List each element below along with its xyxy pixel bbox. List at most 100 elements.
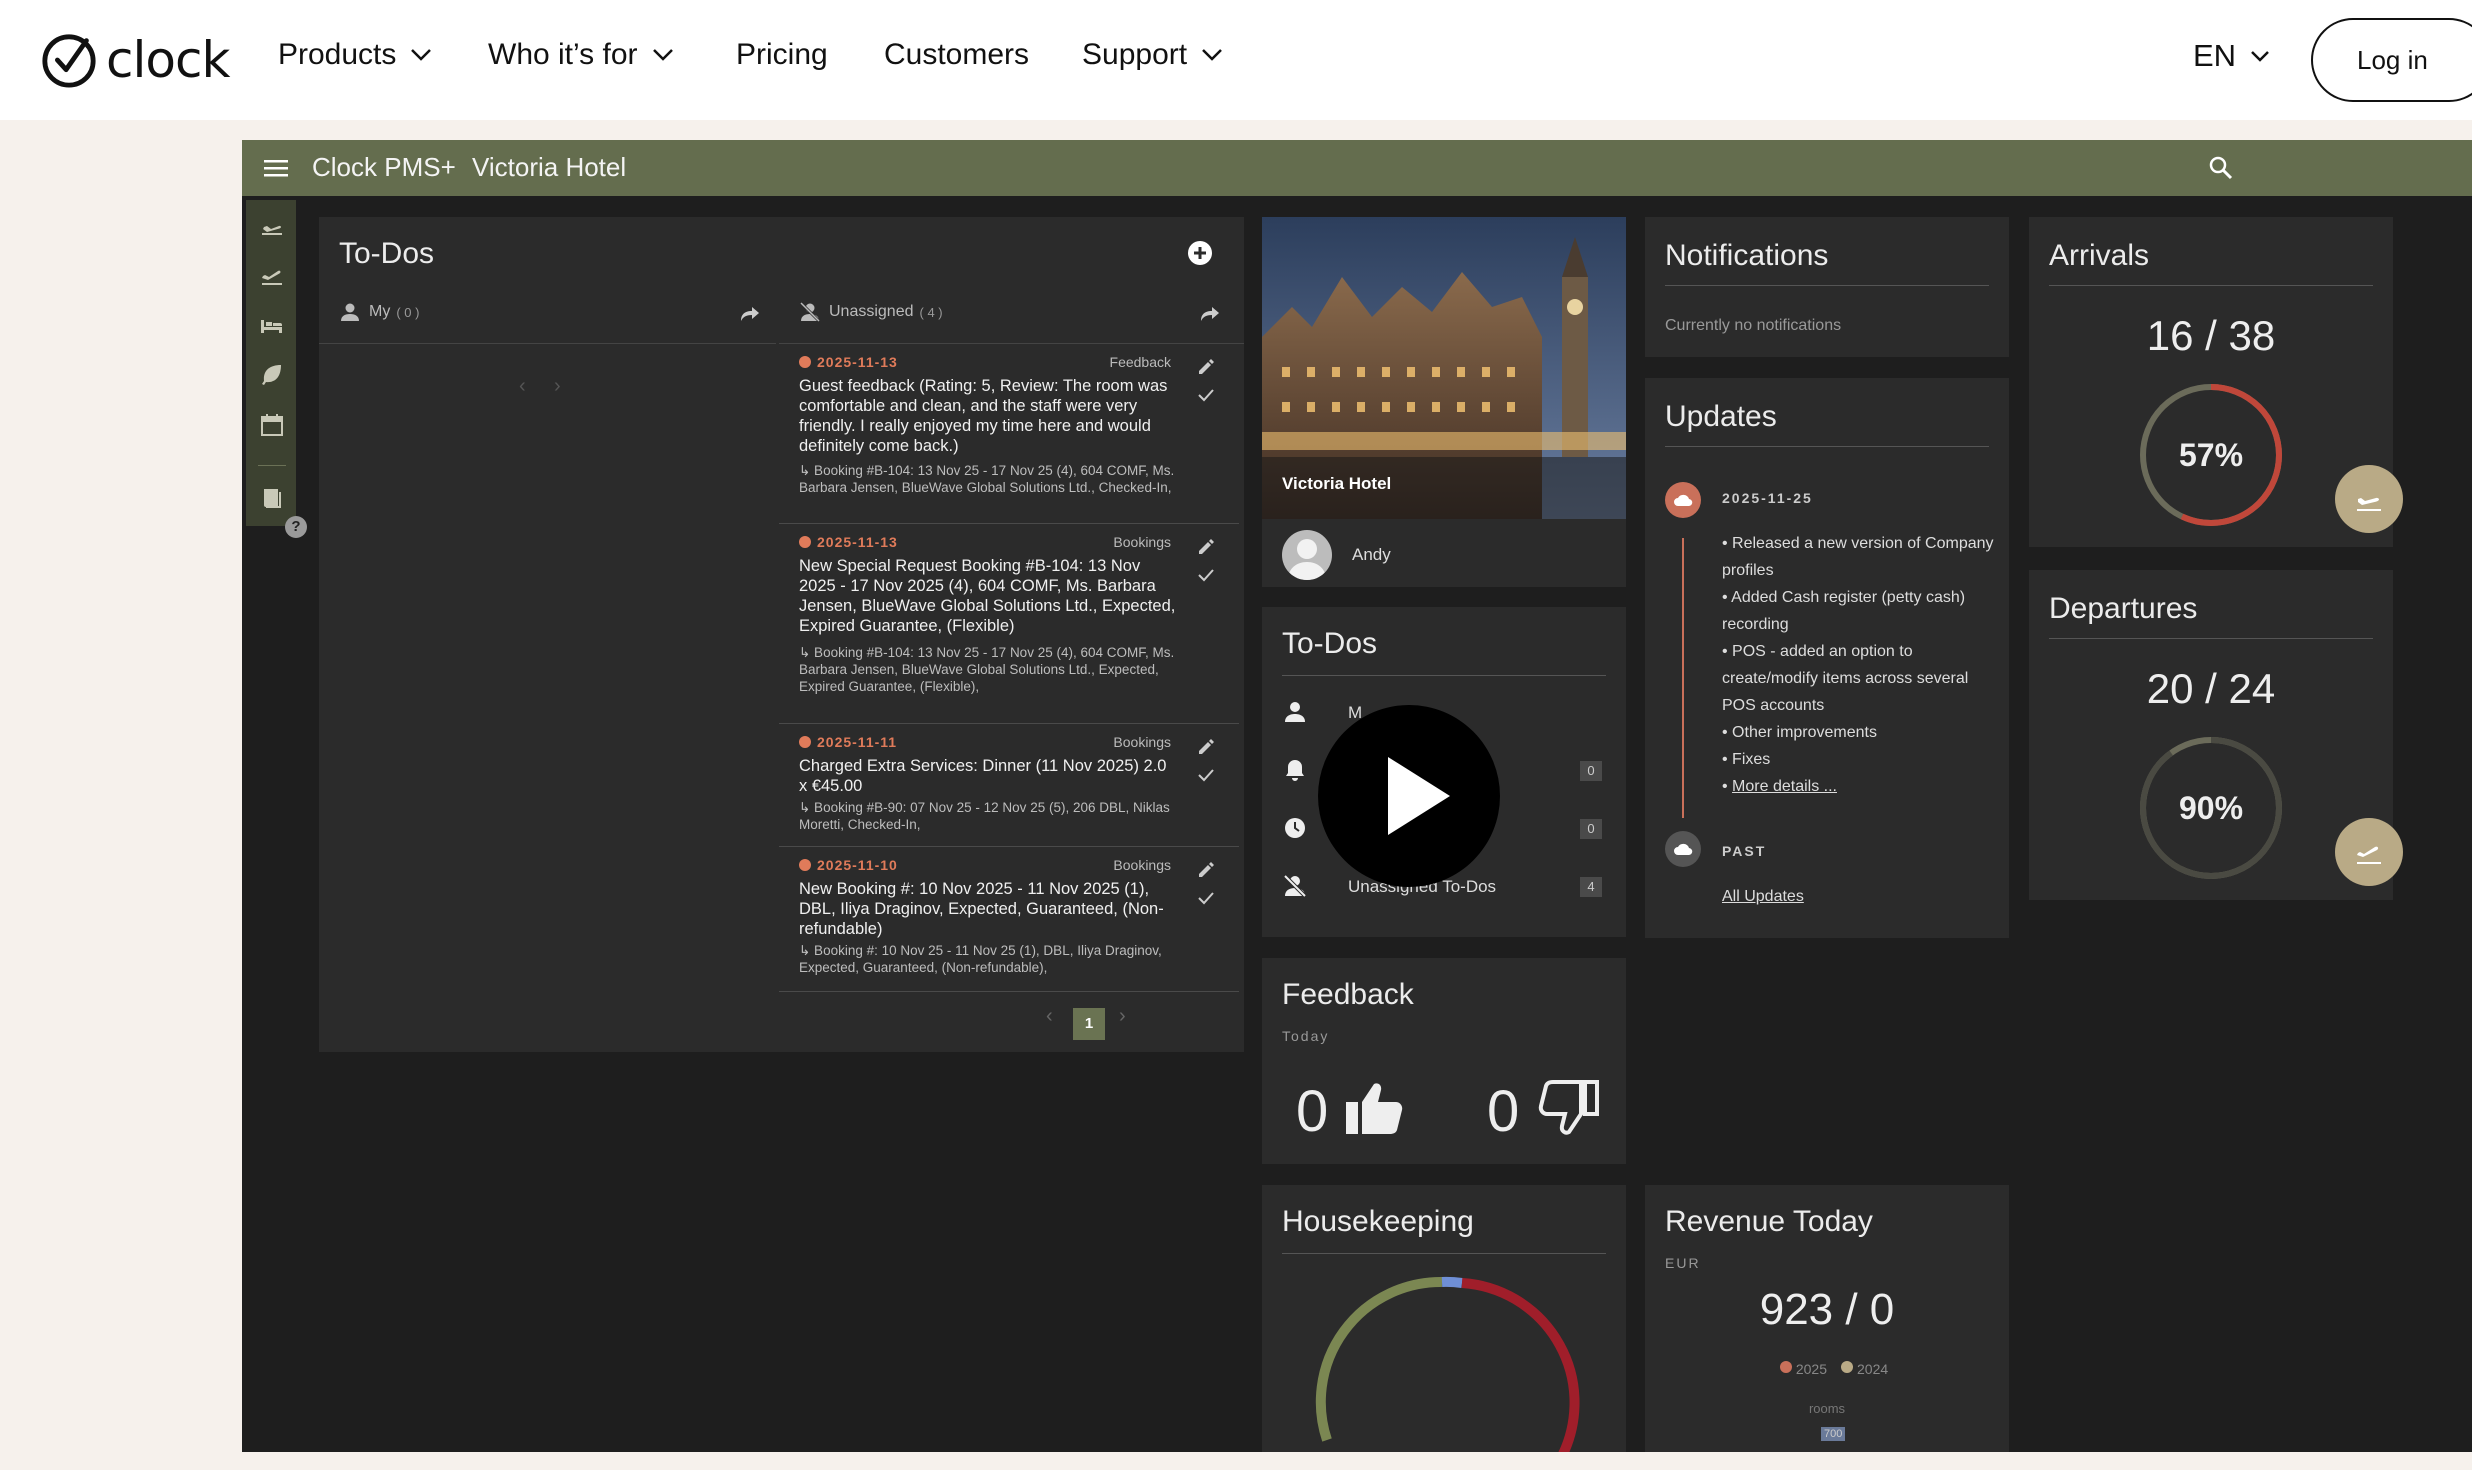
updates-title: Updates <box>1665 400 1777 433</box>
prev-page-icon[interactable]: ‹ <box>1046 1005 1053 1028</box>
edit-icon[interactable] <box>1197 538 1215 556</box>
update-timeline <box>1682 538 1684 818</box>
forward-icon[interactable] <box>1199 305 1221 323</box>
revenue-tick: 700 <box>1821 1427 1846 1441</box>
help-icon[interactable]: ? <box>285 516 307 538</box>
revenue-unit: rooms <box>1808 1401 1846 1416</box>
todo-item[interactable]: 2025-11-13 Bookings New Special Request … <box>779 524 1239 724</box>
todos-panel: To-Dos My ( 0 ) Unassigned ( 4 ) ‹ › 202… <box>319 217 1244 1052</box>
search-icon[interactable] <box>2207 154 2235 182</box>
divider <box>2049 638 2373 639</box>
nav-products[interactable]: Products <box>278 38 432 72</box>
language-selector[interactable]: EN <box>2193 38 2270 74</box>
feedback-title: Feedback <box>1282 978 1414 1011</box>
legend-swatch <box>1779 1361 1792 1373</box>
leaf-icon[interactable] <box>259 362 285 388</box>
menu-icon[interactable] <box>264 158 288 178</box>
legend-swatch <box>1841 1361 1853 1373</box>
login-button[interactable]: Log in <box>2311 18 2472 102</box>
forward-icon[interactable] <box>739 305 761 323</box>
more-details-link[interactable]: More details ... <box>1732 778 1837 795</box>
next-page-icon[interactable]: › <box>554 375 561 398</box>
arrivals-widget: Arrivals 16 / 38 57% <box>2029 217 2403 547</box>
arrivals-button[interactable] <box>2335 465 2403 533</box>
departures-value: 20 / 24 <box>2146 665 2276 712</box>
logo-text: clock <box>106 31 230 89</box>
check-icon[interactable] <box>1197 568 1215 582</box>
todo-booking-ref[interactable]: ↳ Booking #B-104: 13 Nov 25 - 17 Nov 25 … <box>799 462 1179 496</box>
video-play-button[interactable] <box>1318 705 1500 887</box>
clock-logo[interactable]: clock <box>40 30 230 90</box>
todo-booking-ref[interactable]: ↳ Booking #B-104: 13 Nov 25 - 17 Nov 25 … <box>799 644 1179 695</box>
calendar-icon[interactable] <box>259 412 285 438</box>
my-todos-label: My <box>369 303 391 320</box>
legend-label: 2025 <box>1795 1361 1827 1377</box>
book-icon[interactable] <box>259 486 285 512</box>
thumbs-down-icon[interactable] <box>1537 1080 1599 1136</box>
side-rail <box>246 200 296 526</box>
chevron-down-icon <box>411 49 432 61</box>
todo-text: Guest feedback (Rating: 5, Review: The r… <box>799 377 1168 455</box>
all-updates-link[interactable]: All Updates <box>1722 888 1804 906</box>
language-label: EN <box>2193 38 2237 73</box>
add-todo-icon[interactable] <box>1186 239 1214 267</box>
unassigned-todos-header[interactable]: Unassigned ( 4 ) <box>799 301 943 323</box>
update-item: POS - added an option to create/modify i… <box>1722 638 1997 719</box>
column-divider <box>319 343 776 344</box>
person-icon <box>1285 702 1305 722</box>
my-todos-count: ( 0 ) <box>396 304 420 320</box>
person-off-icon <box>1283 874 1307 898</box>
hotel-card-name: Victoria Hotel <box>1282 474 1392 493</box>
todo-item[interactable]: 2025-11-11 Bookings Charged Extra Servic… <box>779 724 1239 847</box>
todo-item[interactable]: 2025-11-10 Bookings New Booking #: 10 No… <box>779 847 1239 992</box>
update-marker <box>1665 482 1701 518</box>
edit-icon[interactable] <box>1197 738 1215 756</box>
todo-category: Bookings <box>1113 857 1171 873</box>
todos-alerts-count: 0 <box>1580 761 1602 781</box>
update-item: Fixes <box>1722 746 1997 773</box>
user-row[interactable]: Andy <box>1282 530 1391 580</box>
todo-booking-ref[interactable]: ↳ Booking #B-90: 07 Nov 25 - 12 Nov 25 (… <box>799 799 1179 833</box>
feedback-negative-count: 0 <box>1487 1079 1520 1144</box>
departures-button[interactable] <box>2335 818 2403 886</box>
updates-past-label: PAST <box>1722 843 1767 859</box>
departures-widget: Departures 20 / 24 90% <box>2029 570 2403 900</box>
arrivals-value: 16 / 38 <box>2146 312 2276 359</box>
revenue-currency: EUR <box>1665 1255 1701 1271</box>
chevron-down-icon <box>652 49 673 61</box>
todo-date-text: 2025-11-13 <box>817 354 898 370</box>
app-title: Clock PMS+ <box>312 152 456 182</box>
nav-who-its-for[interactable]: Who it’s for <box>488 38 674 72</box>
todo-text: Charged Extra Services: Dinner (11 Nov 2… <box>799 757 1167 795</box>
bed-icon[interactable] <box>259 312 285 338</box>
nav-pricing[interactable]: Pricing <box>736 38 828 72</box>
feedback-positive-count: 0 <box>1296 1079 1329 1144</box>
person-icon <box>341 303 359 321</box>
update-date: 2025-11-25 <box>1722 490 1813 506</box>
prev-page-icon[interactable]: ‹ <box>519 375 526 398</box>
nav-customers[interactable]: Customers <box>884 38 1029 72</box>
departures-icon[interactable] <box>259 262 285 288</box>
todos-title: To-Dos <box>339 237 435 270</box>
hotel-title[interactable]: Victoria Hotel <box>472 152 626 183</box>
todo-date: 2025-11-13 <box>799 354 898 370</box>
nav-pricing-label: Pricing <box>736 38 828 71</box>
my-todos-header[interactable]: My ( 0 ) <box>339 301 419 323</box>
current-page[interactable]: 1 <box>1073 1008 1105 1040</box>
check-icon[interactable] <box>1197 388 1215 402</box>
todo-booking-ref[interactable]: ↳ Booking #: 10 Nov 25 - 11 Nov 25 (1), … <box>799 942 1179 976</box>
todo-date: 2025-11-10 <box>799 857 898 873</box>
thumbs-up-icon[interactable] <box>1344 1080 1406 1136</box>
edit-icon[interactable] <box>1197 861 1215 879</box>
todo-date-text: 2025-11-11 <box>817 734 898 750</box>
arrivals-icon[interactable] <box>259 212 285 238</box>
arrivals-title: Arrivals <box>2049 239 2150 272</box>
divider <box>1282 675 1606 676</box>
edit-icon[interactable] <box>1197 358 1215 376</box>
check-icon[interactable] <box>1197 768 1215 782</box>
todo-item[interactable]: 2025-11-13 Feedback Guest feedback (Rati… <box>779 344 1239 524</box>
nav-support[interactable]: Support <box>1082 38 1223 72</box>
check-icon[interactable] <box>1197 891 1215 905</box>
feedback-period: Today <box>1282 1028 1330 1044</box>
next-page-icon[interactable]: › <box>1119 1005 1126 1028</box>
